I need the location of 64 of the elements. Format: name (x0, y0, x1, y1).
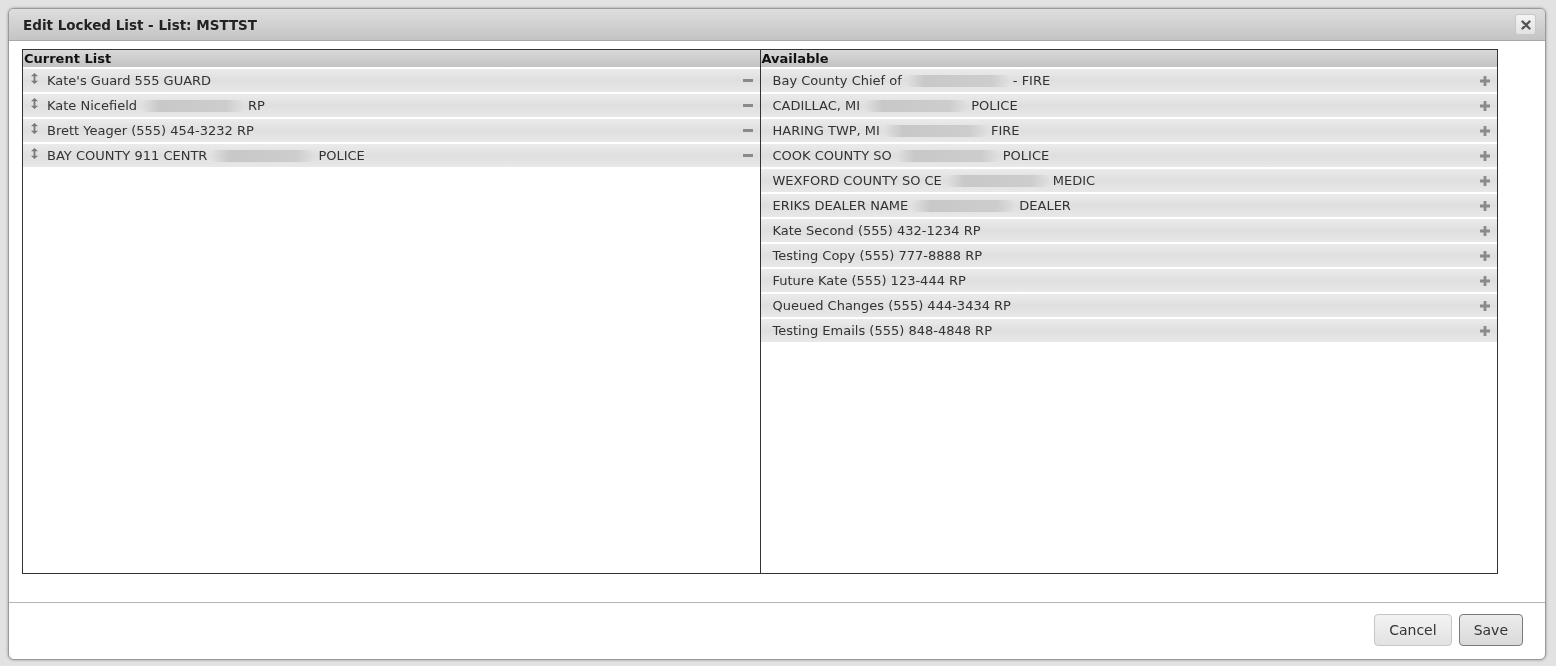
item-name: Kate's Guard 555 GUARD (47, 72, 212, 89)
plus-icon[interactable] (1480, 325, 1490, 336)
dialog-button[interactable]: Save (1458, 614, 1523, 646)
item-name: Brett Yeager (555) 454-3232 RP (47, 122, 254, 139)
list-item[interactable]: Brett Yeager (555) 454-3232 RP (23, 119, 760, 142)
item-name: Testing Emails (555) 848-4848 RP (772, 322, 992, 339)
item-suffix: RP (248, 97, 265, 114)
list-item[interactable]: HARING TWP, MI FIRE (760, 119, 1497, 142)
list-item[interactable]: Testing Emails (555) 848-4848 RP (760, 319, 1497, 342)
item-name: CADILLAC, MI (772, 97, 861, 114)
plus-icon[interactable] (1480, 100, 1490, 111)
list-item[interactable]: Bay County Chief of - FIRE (760, 69, 1497, 92)
item-suffix: - FIRE (1012, 72, 1051, 89)
plus-icon[interactable] (1480, 200, 1490, 211)
item-name: COOK COUNTY SO (772, 147, 892, 164)
minus-icon[interactable] (742, 154, 753, 157)
item-suffix: DEALER (1019, 197, 1071, 214)
item-suffix: POLICE (1002, 147, 1050, 164)
plus-icon[interactable] (1480, 125, 1490, 136)
item-name: HARING TWP, MI (772, 122, 880, 139)
minus-icon[interactable] (742, 104, 753, 107)
item-suffix: MEDIC (1052, 172, 1096, 189)
list-item[interactable]: ERIKS DEALER NAME DEALER (760, 194, 1497, 217)
item-suffix: FIRE (990, 122, 1020, 139)
item-name: WEXFORD COUNTY SO CE (772, 172, 942, 189)
close-button[interactable] (1515, 14, 1536, 35)
dialog-button[interactable]: Cancel (1374, 614, 1452, 646)
plus-icon[interactable] (1480, 75, 1490, 86)
item-name: Queued Changes (555) 444-3434 RP (772, 297, 1011, 314)
plus-icon[interactable] (1480, 275, 1490, 286)
plus-icon[interactable] (1480, 300, 1490, 311)
item-name: ERIKS DEALER NAME (772, 197, 909, 214)
item-name: Testing Copy (555) 777-8888 RP (772, 247, 983, 264)
list-item[interactable]: Kate's Guard 555 GUARD (23, 69, 760, 92)
item-name: Kate Nicefield (47, 97, 138, 114)
plus-icon[interactable] (1480, 225, 1490, 236)
item-name: BAY COUNTY 911 CENTR (47, 147, 208, 164)
minus-icon[interactable] (742, 79, 753, 82)
list-item[interactable]: BAY COUNTY 911 CENTR POLICE (23, 144, 760, 167)
column-header: Current List (23, 50, 760, 67)
column-header: Available (760, 50, 1497, 67)
item-name: Future Kate (555) 123-444 RP (772, 272, 966, 289)
list-item[interactable]: Future Kate (555) 123-444 RP (760, 269, 1497, 292)
dialog-title: Edit Locked List - List: MSTTST (23, 16, 259, 33)
list-item[interactable]: Kate Nicefield RP (23, 94, 760, 117)
close-icon (1520, 19, 1531, 30)
drag-handle-icon[interactable] (31, 73, 38, 84)
plus-icon[interactable] (1480, 250, 1490, 261)
drag-handle-icon[interactable] (31, 123, 38, 134)
list-item[interactable]: WEXFORD COUNTY SO CE MEDIC (760, 169, 1497, 192)
list-item[interactable]: Queued Changes (555) 444-3434 RP (760, 294, 1497, 317)
item-name: Kate Second (555) 432-1234 RP (772, 222, 981, 239)
plus-icon[interactable] (1480, 150, 1490, 161)
list-item[interactable]: Testing Copy (555) 777-8888 RP (760, 244, 1497, 267)
drag-handle-icon[interactable] (31, 98, 38, 109)
minus-icon[interactable] (742, 129, 753, 132)
plus-icon[interactable] (1480, 175, 1490, 186)
list-item[interactable]: Kate Second (555) 432-1234 RP (760, 219, 1497, 242)
item-name: Bay County Chief of (772, 72, 902, 89)
drag-handle-icon[interactable] (31, 148, 38, 159)
item-suffix: POLICE (318, 147, 365, 164)
list-item[interactable]: CADILLAC, MI POLICE (760, 94, 1497, 117)
item-suffix: POLICE (971, 97, 1018, 114)
list-item[interactable]: COOK COUNTY SO POLICE (760, 144, 1497, 167)
